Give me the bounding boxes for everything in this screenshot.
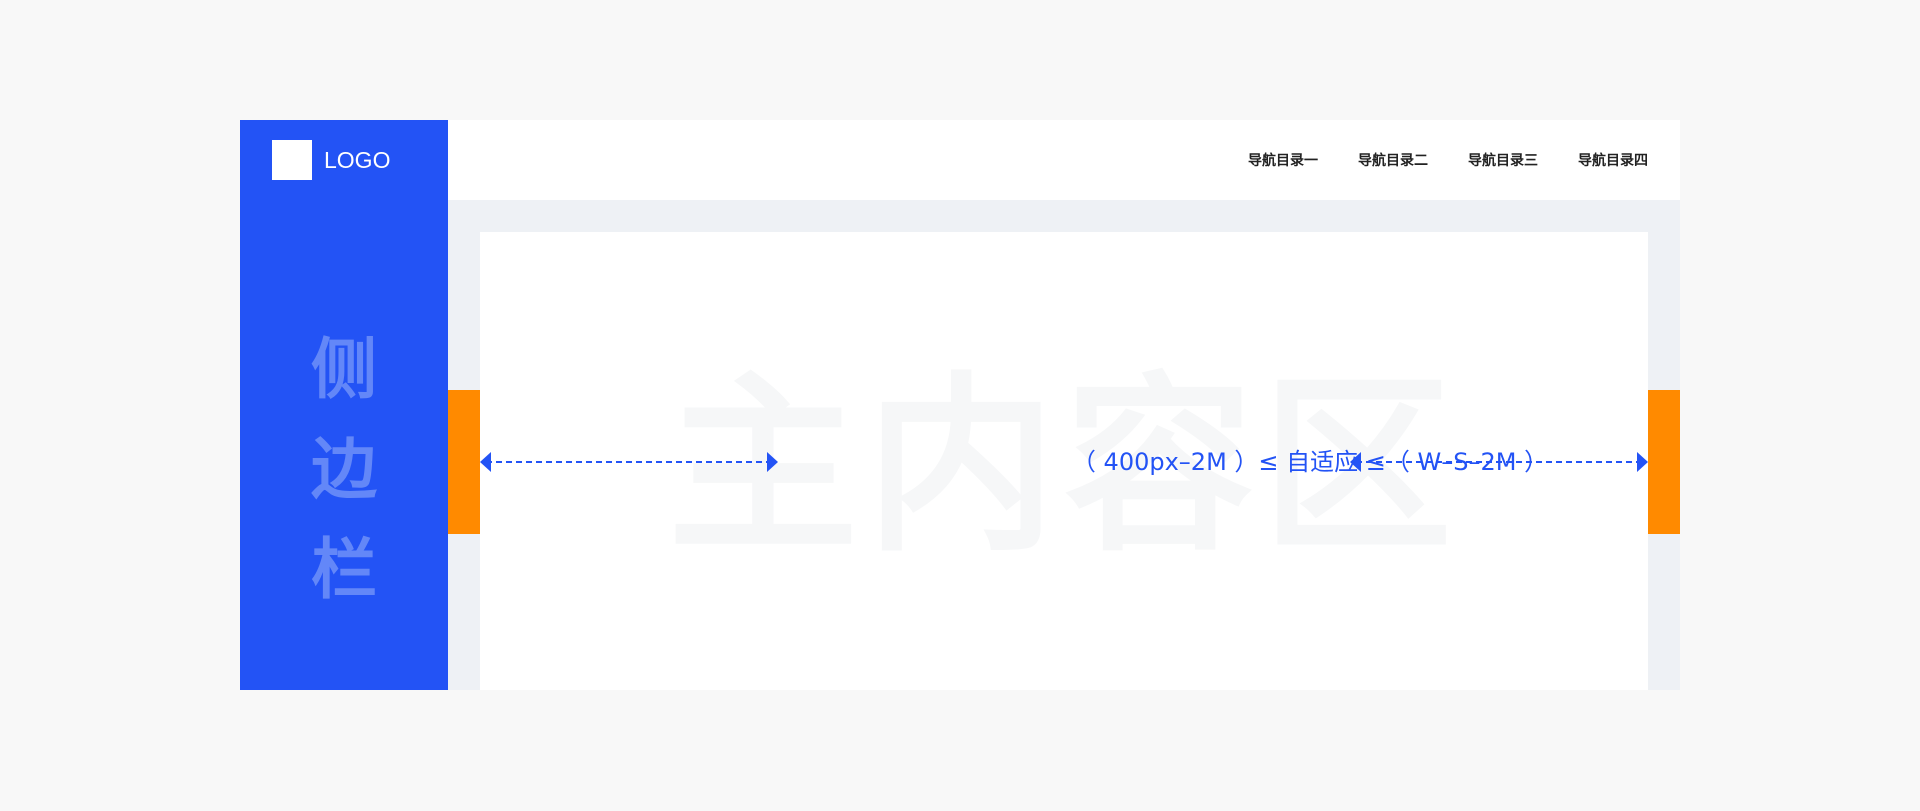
left-arrow-end-icon [767, 452, 778, 472]
left-margin-marker [448, 390, 480, 534]
nav-menu: 导航目录一 导航目录二 导航目录三 导航目录四 [1248, 120, 1648, 200]
width-formula: （ 400px–2M ）≤ 自适应 ≤（ W–S–2M ） [1071, 448, 1549, 476]
nav-item-4[interactable]: 导航目录四 [1578, 150, 1648, 170]
logo-square-icon [272, 140, 312, 180]
nav-item-1[interactable]: 导航目录一 [1248, 150, 1318, 170]
layout-diagram: LOGO 侧 边 栏 导航目录一 导航目录二 导航目录三 导航目录四 主内容区 [0, 0, 1920, 811]
right-margin-marker [1648, 390, 1680, 534]
top-header: 导航目录一 导航目录二 导航目录三 导航目录四 [448, 120, 1680, 200]
sidebar: LOGO 侧 边 栏 [240, 120, 448, 690]
left-arrow-start-icon [480, 452, 491, 472]
sidebar-watermark: 侧 边 栏 [240, 320, 448, 620]
sidebar-watermark-char: 侧 [311, 331, 377, 408]
logo-text: LOGO [324, 147, 391, 173]
page-frame: LOGO 侧 边 栏 导航目录一 导航目录二 导航目录三 导航目录四 主内容区 [240, 120, 1680, 690]
sidebar-watermark-char: 栏 [311, 531, 377, 608]
sidebar-watermark-char: 边 [311, 431, 377, 508]
nav-item-3[interactable]: 导航目录三 [1468, 150, 1538, 170]
right-arrow-end-icon [1637, 452, 1648, 472]
nav-item-2[interactable]: 导航目录二 [1358, 150, 1428, 170]
